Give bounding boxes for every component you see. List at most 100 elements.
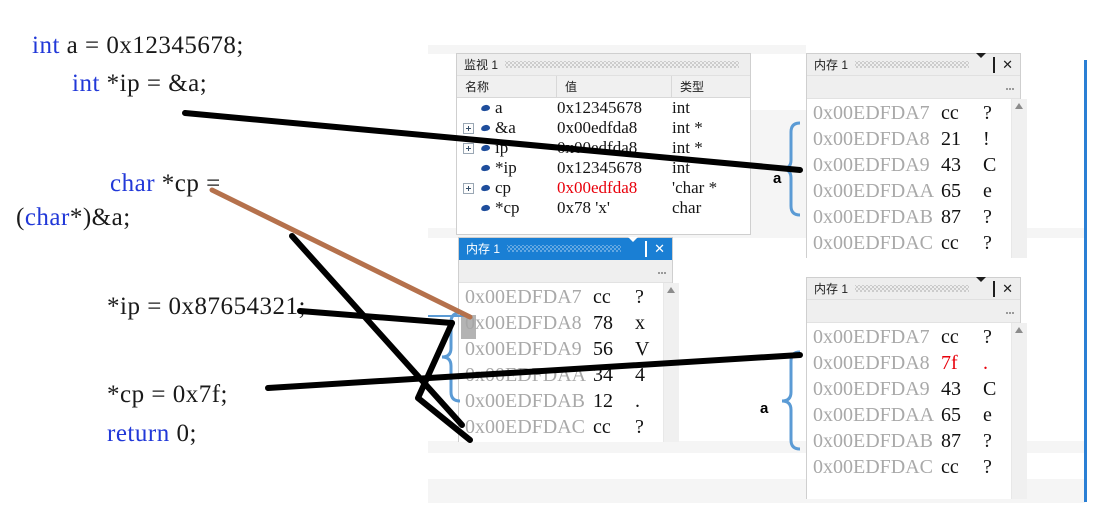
memory-address: 0x00EDFDAA [813,404,935,426]
memory-hex-value[interactable]: 56 [593,338,635,361]
memory-row[interactable]: 0x00EDFDAB 87? [807,430,1011,456]
memory-window-toolbar[interactable] [459,260,672,283]
code-keyword: return [107,420,170,447]
watch-row-name-cell[interactable]: *ip [457,158,557,178]
memory-window-body: 0x00EDFDA7 cc? 0x00EDFDA8 78 x 0x00EDFDA9 56 V 0… [459,283,679,442]
watch-row-value[interactable]: 0x00edfda8 [557,178,672,198]
column-header-value[interactable]: 值 [557,76,672,97]
memory-hex-value[interactable]: cc [941,326,983,349]
memory-window-titlebar[interactable]: 内存 1 ✕ [459,236,672,260]
watch-row-value[interactable]: 0x12345678 [557,98,672,118]
code-text: ( [16,204,25,231]
watch-row[interactable]: a 0x12345678 int [457,98,750,118]
memory-window[interactable]: 内存 1 ✕ 0x00EDFDA7 cc? 0x00EDFDA8 78 x 0x00EDFDA… [458,236,679,442]
memory-hex-value[interactable]: 12 [593,390,635,413]
watch-glyph-icon [480,124,491,132]
watch-row-type: char [672,198,702,217]
scroll-up-icon[interactable] [1015,327,1023,333]
memory-hex-value[interactable]: 65 [941,180,983,203]
watch-row-value[interactable]: 0x12345678 [557,158,672,178]
memory-window-titlebar[interactable]: 内存 1 ✕ [807,52,1020,76]
memory-row[interactable]: 0x00EDFDA9 43 C [807,154,1011,180]
window-controls: ✕ [628,236,668,257]
scroll-up-icon[interactable] [667,287,675,293]
memory-hex-value[interactable]: cc [593,416,635,439]
memory-hex-value[interactable]: cc [941,232,983,255]
expand-plus-icon[interactable] [463,182,474,194]
memory-hex-value[interactable]: 43 [941,154,983,177]
close-icon[interactable]: ✕ [1002,58,1013,71]
drag-handle-dots[interactable] [507,245,622,252]
watch-row-value[interactable]: 0x00edfda8 [557,138,672,158]
close-icon[interactable]: ✕ [654,242,665,255]
memory-hex-value[interactable]: 87 [941,430,983,453]
close-icon[interactable]: ✕ [1002,282,1013,295]
memory-row[interactable]: 0x00EDFDA9 43 C [807,378,1011,404]
memory-scrollbar[interactable] [663,283,679,442]
memory-address: 0x00EDFDA8 [813,352,930,374]
watch-window[interactable]: 监视 1 名称 值 类型 a 0x12345678 int &a 0x00edfda8 i… [456,53,751,235]
memory-address: 0x00EDFDA9 [813,378,930,400]
watch-row-name-cell[interactable]: ip [457,138,557,158]
memory-row[interactable]: 0x00EDFDA8 21! [807,128,1011,154]
watch-row-value[interactable]: 0x78 'x' [557,198,672,218]
memory-row[interactable]: 0x00EDFDA9 56 V [459,338,663,364]
watch-row[interactable]: cp 0x00edfda8'char * [457,178,750,198]
memory-hex-value[interactable]: 43 [941,378,983,401]
watch-row[interactable]: *cp 0x78 'x' char [457,198,750,218]
watch-row-name-cell[interactable]: &a [457,118,557,138]
memory-caret-highlight [461,315,476,339]
memory-hex-value[interactable]: cc [941,456,983,479]
column-header-type[interactable]: 类型 [672,76,750,97]
memory-row[interactable]: 0x00EDFDAC cc? [807,456,1011,482]
drag-handle-dots[interactable] [855,285,970,292]
memory-char-value: 4 [635,364,645,386]
column-header-name[interactable]: 名称 [457,76,557,97]
memory-hex-value[interactable]: cc [941,102,983,125]
expand-plus-icon[interactable] [463,122,474,134]
memory-scrollbar[interactable] [1011,99,1027,258]
watch-row-type: int [672,158,690,177]
memory-address: 0x00EDFDA7 [813,326,930,348]
expand-plus-icon[interactable] [463,142,474,154]
watch-row[interactable]: *ip 0x12345678 int [457,158,750,178]
memory-hex-value[interactable]: 65 [941,404,983,427]
memory-window[interactable]: 内存 1 ✕ 0x00EDFDA7 cc? 0x00EDFDA8 21! 0x00EDFDA… [806,52,1027,258]
window-controls: ✕ [976,276,1016,297]
watch-row[interactable]: &a 0x00edfda8 int * [457,118,750,138]
watch-row-type: int [672,98,690,117]
watch-window-titlebar[interactable]: 监视 1 [457,54,750,76]
drag-handle-dots[interactable] [855,61,970,68]
memory-row[interactable]: 0x00EDFDAA 65 e [807,180,1011,206]
watch-row-name-cell[interactable]: *cp [457,198,557,218]
memory-row[interactable]: 0x00EDFDA7 cc? [459,286,663,312]
drag-handle-dots[interactable] [505,61,739,68]
watch-row-value[interactable]: 0x00edfda8 [557,118,672,138]
watch-row-name-cell[interactable]: a [457,98,557,118]
memory-row[interactable]: 0x00EDFDA7 cc? [807,102,1011,128]
memory-scrollbar[interactable] [1011,323,1027,499]
memory-window-toolbar[interactable] [807,76,1020,99]
watch-row[interactable]: ip 0x00edfda8 int * [457,138,750,158]
memory-row[interactable]: 0x00EDFDAC cc? [807,232,1011,258]
memory-row[interactable]: 0x00EDFDAA 34 4 [459,364,663,390]
memory-window-titlebar[interactable]: 内存 1 ✕ [807,276,1020,300]
memory-row[interactable]: 0x00EDFDA7 cc? [807,326,1011,352]
watch-row-name-cell[interactable]: cp [457,178,557,198]
scroll-up-icon[interactable] [1015,103,1023,109]
memory-row[interactable]: 0x00EDFDAB 87? [807,206,1011,232]
memory-hex-value[interactable]: 34 [593,364,635,387]
memory-window[interactable]: 内存 1 ✕ 0x00EDFDA7 cc? 0x00EDFDA8 7f. 0x00EDFDA… [806,276,1027,499]
memory-window-toolbar[interactable] [807,300,1020,323]
memory-hex-value[interactable]: cc [593,286,635,309]
memory-hex-value[interactable]: 87 [941,206,983,229]
memory-row[interactable]: 0x00EDFDA8 78 x [459,312,663,338]
memory-hex-value[interactable]: 21 [941,128,983,151]
memory-row[interactable]: 0x00EDFDAC cc? [459,416,663,442]
memory-hex-value[interactable]: 78 [593,312,635,335]
memory-row[interactable]: 0x00EDFDAA 65 e [807,404,1011,430]
memory-char-value: ? [983,232,992,254]
memory-hex-value[interactable]: 7f [941,352,983,375]
memory-row[interactable]: 0x00EDFDA8 7f. [807,352,1011,378]
memory-row[interactable]: 0x00EDFDAB 12. [459,390,663,416]
